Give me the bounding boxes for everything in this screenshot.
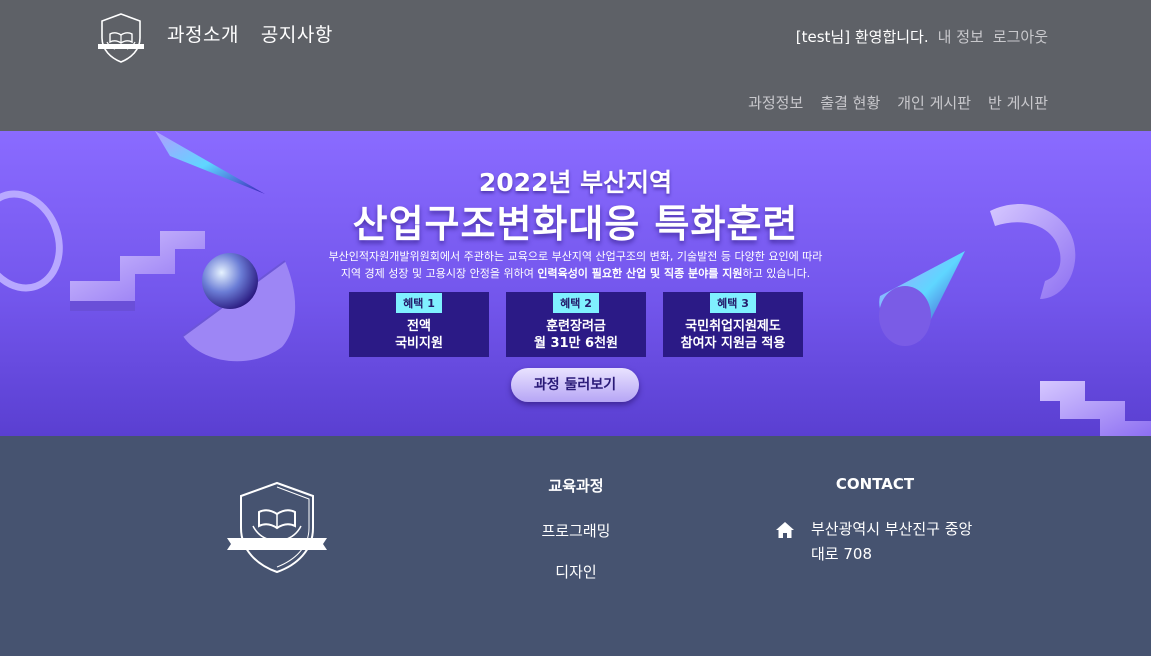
- my-info-link[interactable]: 내 정보: [938, 26, 984, 47]
- banner-title: 산업구조변화대응 특화훈련: [352, 202, 799, 246]
- home-icon: [776, 522, 794, 538]
- banner-desc-line2-highlight: 인력육성이 필요한 산업 및 직종 분야를 지원: [537, 267, 743, 280]
- shield-book-logo-icon: [227, 481, 327, 574]
- logout-link[interactable]: 로그아웃: [993, 26, 1048, 47]
- sub-nav: 과정정보 출결 현황 개인 게시판 반 게시판: [748, 92, 1048, 113]
- welcome-message: [test님] 환영합니다.: [795, 28, 929, 46]
- shield-book-logo-icon[interactable]: [96, 12, 146, 64]
- footer-education-title: 교육과정: [548, 477, 604, 495]
- user-area: [test님] 환영합니다. 내 정보 로그아웃: [796, 26, 1048, 47]
- browse-courses-button[interactable]: 과정 둘러보기: [511, 368, 639, 402]
- benefit-text: 국민취업지원제도 참여자 지원금 적용: [680, 319, 786, 351]
- sub-nav-personal-board[interactable]: 개인 게시판: [897, 92, 971, 113]
- nav-notice[interactable]: 공지사항: [261, 20, 333, 47]
- main-nav: 과정소개 공지사항: [167, 20, 333, 47]
- benefit-text: 훈련장려금 월 31만 6천원: [533, 319, 619, 351]
- benefit-tag: 혜택 3: [710, 293, 756, 313]
- sub-nav-attendance[interactable]: 출결 현황: [820, 92, 880, 113]
- footer-contact-title: CONTACT: [835, 475, 915, 493]
- footer-contact-column: CONTACT 부산광역시 부산진구 중앙대로 708: [775, 475, 975, 567]
- footer-address-text: 부산광역시 부산진구 중앙대로 708: [811, 520, 973, 563]
- nav-course-intro[interactable]: 과정소개: [167, 20, 239, 47]
- benefit-list: 혜택 1 전액 국비지원 혜택 2 훈련장려금 월 31만 6천원 혜택 3 국…: [349, 292, 803, 357]
- banner-desc-line2: 지역 경제 성장 및 고용시장 안정을 위하여 인력육성이 필요한 산업 및 직…: [0, 265, 1151, 282]
- banner-desc-line2-part-c: 하고 있습니다.: [742, 267, 811, 280]
- footer-link-programming[interactable]: 프로그래밍: [505, 520, 647, 541]
- site-footer: 교육과정 프로그래밍 디자인 CONTACT 부산광역시 부산진구 중앙대로 7…: [0, 436, 1151, 656]
- benefit-card-3: 혜택 3 국민취업지원제도 참여자 지원금 적용: [663, 292, 803, 357]
- benefit-tag: 혜택 2: [553, 293, 599, 313]
- banner-desc-line2-part-a: 지역 경제 성장 및 고용시장 안정을 위하여: [340, 267, 538, 280]
- sub-nav-class-board[interactable]: 반 게시판: [988, 92, 1048, 113]
- footer-address: 부산광역시 부산진구 중앙대로 708: [775, 517, 975, 567]
- banner-description: 부산인적자원개발위원회에서 주관하는 교육으로 부산지역 산업구조의 변화, 기…: [0, 248, 1151, 282]
- banner-desc-line1: 부산인적자원개발위원회에서 주관하는 교육으로 부산지역 산업구조의 변화, 기…: [328, 250, 823, 263]
- benefit-tag: 혜택 1: [396, 293, 442, 313]
- benefit-card-2: 혜택 2 훈련장려금 월 31만 6천원: [506, 292, 646, 357]
- benefit-text: 전액 국비지원: [395, 319, 443, 351]
- promo-banner[interactable]: 2022년 부산지역 산업구조변화대응 특화훈련 부산인적자원개발위원회에서 주…: [0, 131, 1151, 436]
- footer-link-design[interactable]: 디자인: [505, 561, 647, 582]
- sub-nav-course-info[interactable]: 과정정보: [748, 92, 803, 113]
- site-header: 과정소개 공지사항 [test님] 환영합니다. 내 정보 로그아웃 과정정보 …: [0, 0, 1151, 131]
- footer-education-column: 교육과정 프로그래밍 디자인: [505, 475, 647, 602]
- benefit-card-1: 혜택 1 전액 국비지원: [349, 292, 489, 357]
